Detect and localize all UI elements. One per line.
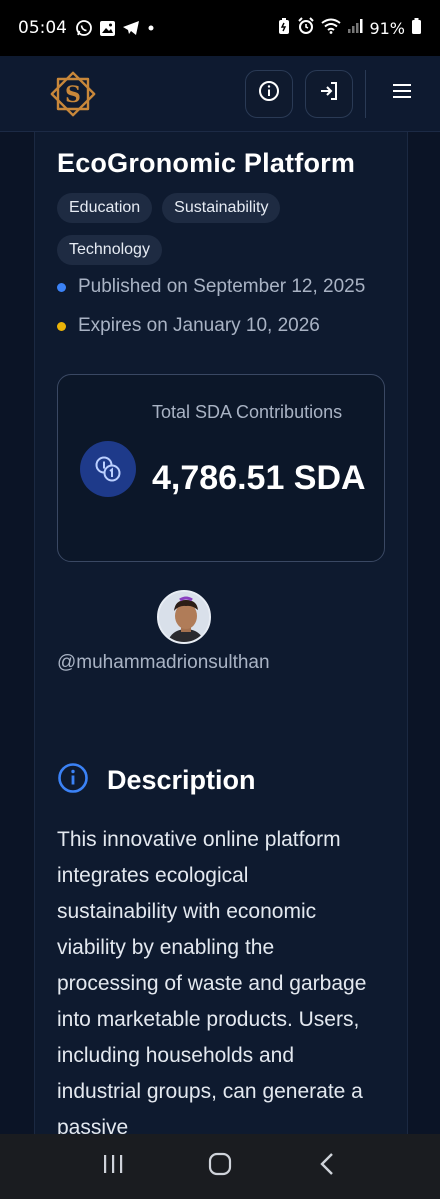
expires-row: Expires on January 10, 2026 (57, 315, 320, 337)
status-bar: 05:04 91% (0, 0, 440, 56)
battery-saver-icon (277, 17, 291, 40)
system-nav-bar (0, 1134, 440, 1199)
published-row: Published on September 12, 2025 (57, 276, 365, 298)
published-dot-icon (57, 282, 66, 292)
dot-icon (146, 23, 156, 33)
coins-icon (80, 441, 136, 497)
info-icon (258, 80, 280, 107)
gallery-icon (99, 20, 116, 37)
signal-icon (347, 18, 363, 39)
recent-apps-icon (102, 1153, 124, 1180)
project-card: EcoGronomic Platform Education Sustainab… (34, 132, 408, 1134)
avatar[interactable] (157, 590, 211, 644)
info-circle-icon (57, 762, 89, 799)
published-date: Published on September 12, 2025 (78, 276, 366, 297)
info-button[interactable] (245, 69, 293, 118)
header-divider (365, 69, 366, 118)
project-title: EcoGronomic Platform (57, 148, 356, 178)
menu-button[interactable] (386, 78, 418, 110)
description-body: This innovative online platform integrat… (57, 828, 367, 1134)
battery-icon (411, 17, 422, 40)
app-header: S (0, 56, 440, 132)
whatsapp-icon (75, 19, 93, 37)
home-icon (208, 1152, 232, 1181)
contributions-card: Total SDA Contributions 4,786.51 SDA (57, 374, 385, 562)
telegram-icon (122, 20, 140, 36)
expires-date: Expires on January 10, 2026 (78, 315, 320, 336)
status-time: 05:04 (18, 18, 67, 38)
tag-list: Education Sustainability Technology (57, 193, 377, 265)
svg-text:S: S (65, 82, 81, 108)
description-title: Description (107, 765, 256, 795)
back-icon (318, 1152, 336, 1181)
login-icon (318, 80, 340, 107)
back-button[interactable] (307, 1147, 347, 1187)
brand-logo-icon[interactable]: S (46, 67, 100, 121)
menu-icon (392, 83, 412, 104)
recent-apps-button[interactable] (93, 1147, 133, 1187)
home-button[interactable] (200, 1147, 240, 1187)
battery-percent: 91% (369, 18, 405, 38)
contributions-label: Total SDA Contributions (152, 402, 343, 422)
description-header: Description (57, 762, 256, 799)
wifi-icon (321, 18, 342, 39)
login-button[interactable] (305, 69, 353, 118)
contributions-value: 4,786.51 SDA (152, 459, 366, 497)
expires-dot-icon (57, 321, 66, 331)
creator-username[interactable]: @muhammadrionsulthan (57, 652, 270, 674)
alarm-icon (297, 16, 315, 40)
tag-technology[interactable]: Technology (57, 235, 162, 265)
tag-education[interactable]: Education (57, 193, 153, 223)
tag-sustainability[interactable]: Sustainability (162, 193, 281, 223)
